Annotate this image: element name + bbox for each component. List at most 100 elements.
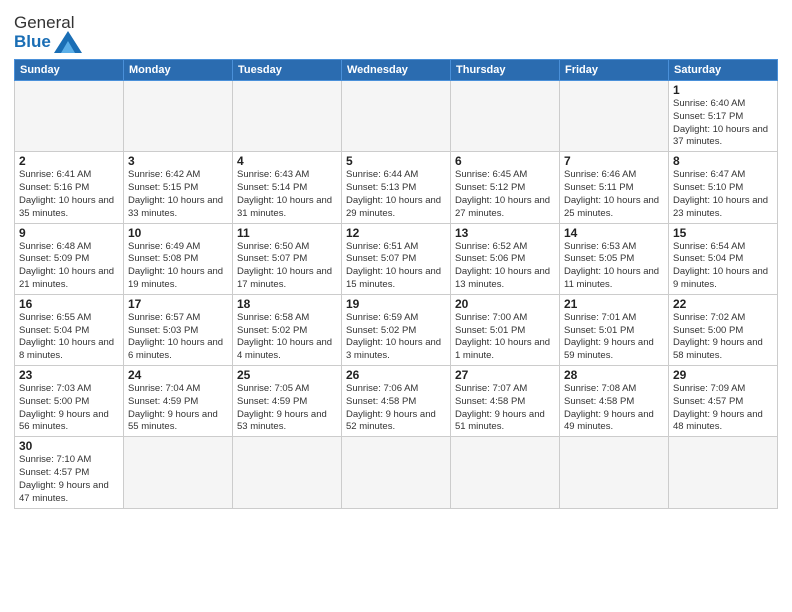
- logo: General Blue: [14, 14, 82, 53]
- calendar-cell: 24Sunrise: 7:04 AM Sunset: 4:59 PM Dayli…: [124, 366, 233, 437]
- calendar-cell: 10Sunrise: 6:49 AM Sunset: 5:08 PM Dayli…: [124, 223, 233, 294]
- day-info: Sunrise: 7:10 AM Sunset: 4:57 PM Dayligh…: [19, 454, 119, 505]
- calendar-cell: [124, 437, 233, 508]
- logo-general: General: [14, 13, 74, 32]
- day-number: 25: [237, 368, 337, 382]
- calendar-cell: 1Sunrise: 6:40 AM Sunset: 5:17 PM Daylig…: [669, 81, 778, 152]
- calendar-cell: 14Sunrise: 6:53 AM Sunset: 5:05 PM Dayli…: [560, 223, 669, 294]
- calendar-cell: 5Sunrise: 6:44 AM Sunset: 5:13 PM Daylig…: [342, 152, 451, 223]
- weekday-header-wednesday: Wednesday: [342, 60, 451, 81]
- calendar-cell: [124, 81, 233, 152]
- day-info: Sunrise: 6:44 AM Sunset: 5:13 PM Dayligh…: [346, 169, 446, 220]
- day-info: Sunrise: 7:09 AM Sunset: 4:57 PM Dayligh…: [673, 383, 773, 434]
- weekday-header-saturday: Saturday: [669, 60, 778, 81]
- calendar-cell: 27Sunrise: 7:07 AM Sunset: 4:58 PM Dayli…: [451, 366, 560, 437]
- day-number: 7: [564, 154, 664, 168]
- logo-icon: [54, 31, 82, 53]
- calendar-cell: 6Sunrise: 6:45 AM Sunset: 5:12 PM Daylig…: [451, 152, 560, 223]
- day-info: Sunrise: 7:01 AM Sunset: 5:01 PM Dayligh…: [564, 312, 664, 363]
- weekday-header-row: SundayMondayTuesdayWednesdayThursdayFrid…: [15, 60, 778, 81]
- day-number: 16: [19, 297, 119, 311]
- weekday-header-thursday: Thursday: [451, 60, 560, 81]
- calendar-cell: 28Sunrise: 7:08 AM Sunset: 4:58 PM Dayli…: [560, 366, 669, 437]
- weekday-header-monday: Monday: [124, 60, 233, 81]
- day-info: Sunrise: 6:51 AM Sunset: 5:07 PM Dayligh…: [346, 241, 446, 292]
- calendar-cell: 15Sunrise: 6:54 AM Sunset: 5:04 PM Dayli…: [669, 223, 778, 294]
- day-number: 4: [237, 154, 337, 168]
- day-number: 19: [346, 297, 446, 311]
- calendar-cell: [233, 437, 342, 508]
- day-number: 6: [455, 154, 555, 168]
- calendar-cell: [15, 81, 124, 152]
- day-info: Sunrise: 6:59 AM Sunset: 5:02 PM Dayligh…: [346, 312, 446, 363]
- calendar-cell: 25Sunrise: 7:05 AM Sunset: 4:59 PM Dayli…: [233, 366, 342, 437]
- day-info: Sunrise: 6:47 AM Sunset: 5:10 PM Dayligh…: [673, 169, 773, 220]
- calendar-cell: [233, 81, 342, 152]
- day-info: Sunrise: 7:06 AM Sunset: 4:58 PM Dayligh…: [346, 383, 446, 434]
- day-info: Sunrise: 6:53 AM Sunset: 5:05 PM Dayligh…: [564, 241, 664, 292]
- day-number: 3: [128, 154, 228, 168]
- calendar-cell: [669, 437, 778, 508]
- calendar-cell: [560, 437, 669, 508]
- weekday-header-sunday: Sunday: [15, 60, 124, 81]
- day-info: Sunrise: 7:08 AM Sunset: 4:58 PM Dayligh…: [564, 383, 664, 434]
- calendar-cell: 2Sunrise: 6:41 AM Sunset: 5:16 PM Daylig…: [15, 152, 124, 223]
- day-info: Sunrise: 6:57 AM Sunset: 5:03 PM Dayligh…: [128, 312, 228, 363]
- day-info: Sunrise: 7:05 AM Sunset: 4:59 PM Dayligh…: [237, 383, 337, 434]
- day-info: Sunrise: 6:42 AM Sunset: 5:15 PM Dayligh…: [128, 169, 228, 220]
- day-number: 9: [19, 226, 119, 240]
- day-number: 22: [673, 297, 773, 311]
- day-info: Sunrise: 7:03 AM Sunset: 5:00 PM Dayligh…: [19, 383, 119, 434]
- day-info: Sunrise: 6:49 AM Sunset: 5:08 PM Dayligh…: [128, 241, 228, 292]
- day-info: Sunrise: 6:52 AM Sunset: 5:06 PM Dayligh…: [455, 241, 555, 292]
- calendar-cell: 18Sunrise: 6:58 AM Sunset: 5:02 PM Dayli…: [233, 294, 342, 365]
- day-info: Sunrise: 7:00 AM Sunset: 5:01 PM Dayligh…: [455, 312, 555, 363]
- weekday-header-friday: Friday: [560, 60, 669, 81]
- week-row-3: 9Sunrise: 6:48 AM Sunset: 5:09 PM Daylig…: [15, 223, 778, 294]
- calendar-cell: 20Sunrise: 7:00 AM Sunset: 5:01 PM Dayli…: [451, 294, 560, 365]
- calendar-cell: 7Sunrise: 6:46 AM Sunset: 5:11 PM Daylig…: [560, 152, 669, 223]
- calendar-cell: 26Sunrise: 7:06 AM Sunset: 4:58 PM Dayli…: [342, 366, 451, 437]
- calendar-cell: 29Sunrise: 7:09 AM Sunset: 4:57 PM Dayli…: [669, 366, 778, 437]
- day-info: Sunrise: 6:55 AM Sunset: 5:04 PM Dayligh…: [19, 312, 119, 363]
- day-number: 15: [673, 226, 773, 240]
- day-number: 11: [237, 226, 337, 240]
- calendar-cell: 17Sunrise: 6:57 AM Sunset: 5:03 PM Dayli…: [124, 294, 233, 365]
- calendar: SundayMondayTuesdayWednesdayThursdayFrid…: [14, 59, 778, 509]
- day-number: 30: [19, 439, 119, 453]
- week-row-4: 16Sunrise: 6:55 AM Sunset: 5:04 PM Dayli…: [15, 294, 778, 365]
- day-number: 2: [19, 154, 119, 168]
- day-number: 14: [564, 226, 664, 240]
- day-info: Sunrise: 6:58 AM Sunset: 5:02 PM Dayligh…: [237, 312, 337, 363]
- day-number: 20: [455, 297, 555, 311]
- calendar-cell: 19Sunrise: 6:59 AM Sunset: 5:02 PM Dayli…: [342, 294, 451, 365]
- calendar-cell: [560, 81, 669, 152]
- calendar-cell: [342, 437, 451, 508]
- day-number: 1: [673, 83, 773, 97]
- day-info: Sunrise: 6:50 AM Sunset: 5:07 PM Dayligh…: [237, 241, 337, 292]
- day-number: 10: [128, 226, 228, 240]
- day-info: Sunrise: 6:41 AM Sunset: 5:16 PM Dayligh…: [19, 169, 119, 220]
- calendar-cell: 21Sunrise: 7:01 AM Sunset: 5:01 PM Dayli…: [560, 294, 669, 365]
- day-number: 28: [564, 368, 664, 382]
- calendar-cell: [451, 81, 560, 152]
- day-number: 5: [346, 154, 446, 168]
- calendar-cell: 30Sunrise: 7:10 AM Sunset: 4:57 PM Dayli…: [15, 437, 124, 508]
- week-row-6: 30Sunrise: 7:10 AM Sunset: 4:57 PM Dayli…: [15, 437, 778, 508]
- day-number: 18: [237, 297, 337, 311]
- logo-text-block: General Blue: [14, 14, 82, 53]
- calendar-cell: 3Sunrise: 6:42 AM Sunset: 5:15 PM Daylig…: [124, 152, 233, 223]
- calendar-cell: 22Sunrise: 7:02 AM Sunset: 5:00 PM Dayli…: [669, 294, 778, 365]
- week-row-2: 2Sunrise: 6:41 AM Sunset: 5:16 PM Daylig…: [15, 152, 778, 223]
- calendar-cell: 9Sunrise: 6:48 AM Sunset: 5:09 PM Daylig…: [15, 223, 124, 294]
- week-row-5: 23Sunrise: 7:03 AM Sunset: 5:00 PM Dayli…: [15, 366, 778, 437]
- day-number: 27: [455, 368, 555, 382]
- day-info: Sunrise: 6:43 AM Sunset: 5:14 PM Dayligh…: [237, 169, 337, 220]
- logo-blue: Blue: [14, 32, 51, 52]
- day-number: 17: [128, 297, 228, 311]
- calendar-cell: 4Sunrise: 6:43 AM Sunset: 5:14 PM Daylig…: [233, 152, 342, 223]
- day-number: 24: [128, 368, 228, 382]
- calendar-cell: 16Sunrise: 6:55 AM Sunset: 5:04 PM Dayli…: [15, 294, 124, 365]
- calendar-cell: 8Sunrise: 6:47 AM Sunset: 5:10 PM Daylig…: [669, 152, 778, 223]
- calendar-cell: 11Sunrise: 6:50 AM Sunset: 5:07 PM Dayli…: [233, 223, 342, 294]
